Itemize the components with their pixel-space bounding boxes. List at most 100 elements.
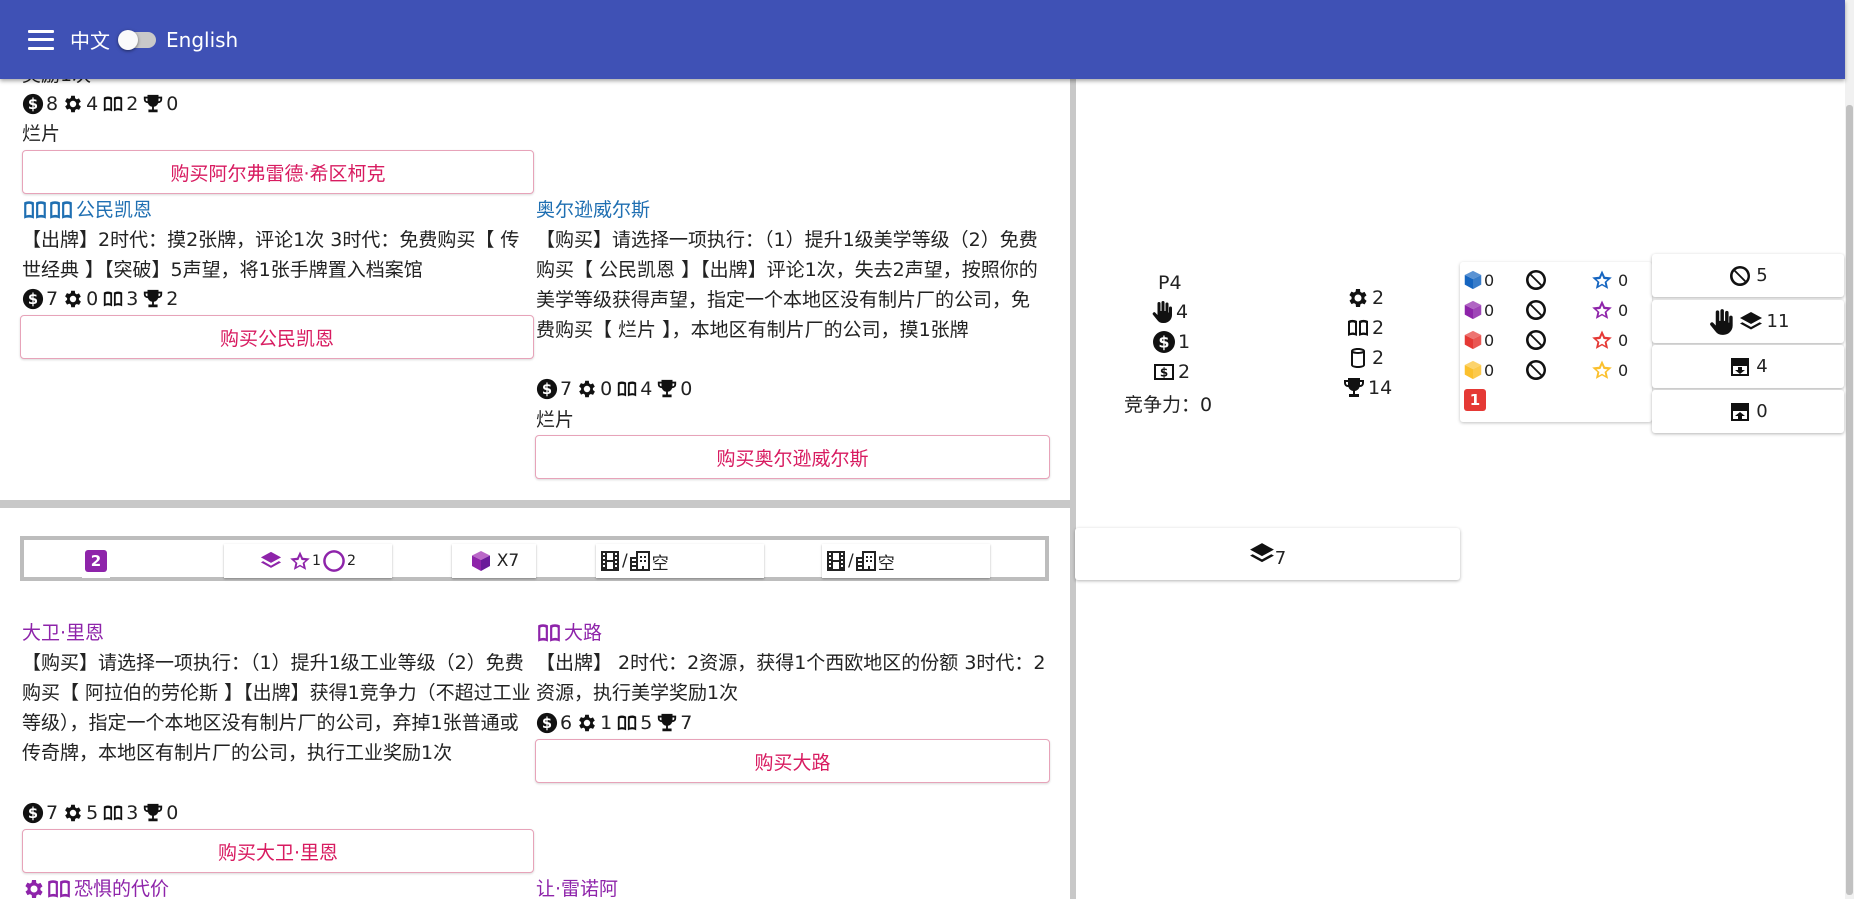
book-icon [48, 197, 74, 223]
industry-value: 1 [600, 712, 613, 734]
trophy-icon [142, 802, 164, 824]
resource-cube-icon [1464, 270, 1482, 290]
card-stats: 7 0 4 0 [536, 376, 696, 402]
archive-in-button[interactable]: 4 [1652, 345, 1844, 388]
cost-value: 7 [560, 378, 573, 400]
star-icon [288, 549, 312, 573]
book-icon [1346, 316, 1370, 340]
industry-value: 0 [600, 378, 613, 400]
horizontal-divider [0, 500, 1070, 508]
language-toggle[interactable] [118, 29, 156, 50]
vp-value: 0 [680, 378, 693, 400]
gear-icon [1346, 286, 1370, 310]
book-icon [616, 378, 638, 400]
vp-value: 7 [680, 712, 693, 734]
hand-value: 4 [1176, 301, 1189, 323]
card-stats: 6 1 5 7 [536, 710, 696, 736]
card-title-wages-of-fear: 恐惧的代价 [22, 876, 169, 902]
card-description: 【出牌】2时代：摸2张牌，评论1次 3时代：免费购买【 传世经典 】【突破】5声… [22, 229, 520, 281]
ban-icon [1524, 328, 1548, 352]
archive-out-icon [1728, 400, 1752, 424]
ban-icon [1524, 358, 1548, 382]
trophy-icon [1342, 376, 1366, 400]
player-archive: 2 [1346, 346, 1384, 370]
era-badge: 2 [82, 544, 110, 578]
card-description: 【购买】请选择一项执行：（1）提升1级工业等级（2）免费购买【 阿拉伯的劳伦斯 … [22, 652, 531, 764]
archive-in-value: 4 [1756, 356, 1768, 377]
resource-panel: 000000001 [1460, 262, 1652, 422]
strip-cell-slot1[interactable]: / 空 [596, 544, 764, 578]
star-icon [1590, 358, 1614, 382]
star-icon [1590, 298, 1614, 322]
buy-citizen-kane-button[interactable]: 购买公民凯恩 [20, 315, 534, 359]
card-title-david-lean: 大卫·里恩 [22, 622, 105, 644]
money-icon [22, 93, 44, 115]
slot-empty: 空 [877, 553, 895, 574]
player-money: 1 [1152, 330, 1190, 354]
card-title-text: 恐惧的代价 [74, 878, 170, 900]
money-icon [536, 378, 558, 400]
player-industry: 2 [1346, 286, 1384, 310]
menu-icon[interactable] [28, 29, 54, 50]
player-name: P4 [1158, 272, 1182, 294]
top-app-bar: 中文 English [0, 0, 1845, 79]
blocked-button[interactable]: 5 [1652, 254, 1844, 297]
book-icon [616, 712, 638, 734]
layers-icon [1249, 541, 1275, 567]
cost-value: 6 [560, 712, 573, 734]
aesthetic-value: 2 [1372, 317, 1385, 339]
strip-cell-award[interactable]: 1 2 [224, 544, 392, 578]
gear-icon [62, 802, 84, 824]
trophy-icon [656, 712, 678, 734]
scrollbar-thumb[interactable] [1846, 105, 1853, 895]
deck-button[interactable]: 7 [1075, 528, 1460, 580]
archive-out-button[interactable]: 0 [1652, 390, 1844, 433]
toggle-knob[interactable] [118, 29, 138, 50]
cube-count: X7 [496, 551, 520, 571]
aesthetic-value: 4 [640, 378, 653, 400]
ban-icon [1728, 264, 1752, 288]
player-income: 2 [1152, 360, 1190, 384]
resource-cube-icon [1464, 300, 1482, 320]
card-title-jean-renoir: 让·雷诺阿 [536, 878, 619, 900]
cost-value: 7 [46, 288, 59, 310]
studio-icon [628, 549, 652, 573]
scrollbar[interactable] [1845, 0, 1854, 899]
buy-hitchcock-button[interactable]: 购买阿尔弗雷德·希区柯克 [22, 150, 534, 194]
deck-value: 7 [1274, 547, 1287, 569]
ban-icon [1524, 298, 1548, 322]
star-count: 0 [1618, 330, 1629, 350]
money-icon [1152, 330, 1176, 354]
studio-icon [854, 549, 878, 573]
card-title-text: 公民凯恩 [76, 199, 153, 221]
card-title-orson-welles: 奥尔逊威尔斯 [536, 199, 651, 221]
vertical-divider [1070, 79, 1076, 899]
slot-empty: 空 [651, 553, 669, 574]
buy-david-lean-button[interactable]: 购买大卫·里恩 [22, 829, 534, 873]
archive-icon [1346, 346, 1370, 370]
strip-cell-slot2[interactable]: / 空 [822, 544, 990, 578]
gear-icon [576, 712, 598, 734]
resource-row: 00 [1460, 326, 1652, 354]
resource-count: 0 [1484, 300, 1495, 320]
trophy-icon [142, 93, 164, 115]
cost-value: 7 [46, 802, 59, 824]
card-stats: 8 4 2 0 [22, 91, 182, 117]
gear-icon [62, 288, 84, 310]
star-count: 0 [1618, 360, 1629, 380]
hand-deck-button[interactable]: 11 [1652, 300, 1844, 343]
layers-icon [1739, 310, 1763, 334]
industry-value: 2 [1372, 287, 1385, 309]
money-value: 1 [1178, 331, 1191, 353]
card-title-citizen-kane: 公民凯恩 [22, 197, 152, 223]
cash-icon [1152, 360, 1176, 384]
trophy-icon [142, 288, 164, 310]
card-stats: 7 5 3 0 [22, 800, 182, 826]
hand-deck-value: 11 [1766, 311, 1790, 332]
film-icon [824, 549, 848, 573]
strip-cell-cubes[interactable]: X7 [452, 544, 536, 578]
aesthetic-value: 3 [126, 802, 139, 824]
buy-orson-welles-button[interactable]: 购买奥尔逊威尔斯 [535, 435, 1050, 479]
resource-badge-row: 1 [1460, 386, 1652, 414]
buy-la-strada-button[interactable]: 购买大路 [535, 739, 1050, 783]
